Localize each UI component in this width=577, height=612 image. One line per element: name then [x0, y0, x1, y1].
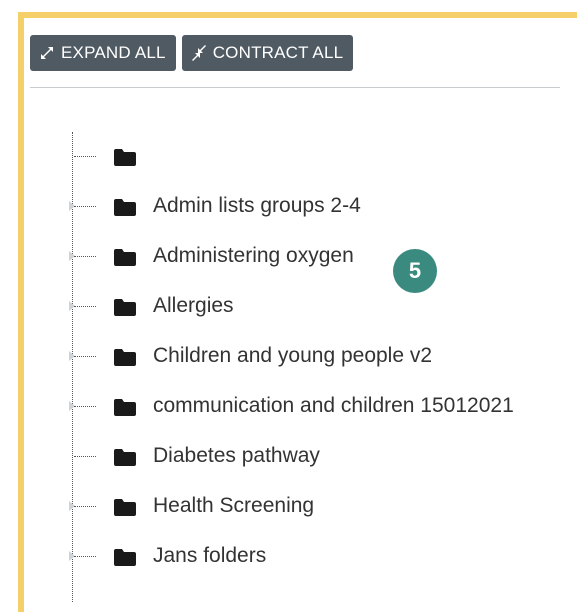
tree-connector [74, 506, 96, 507]
tree-connector [74, 556, 96, 557]
tree-node[interactable]: Administering oxygen [0, 242, 560, 272]
folder-icon [114, 449, 136, 466]
tree-node[interactable]: Diabetes pathway [0, 442, 560, 472]
folder-icon [114, 549, 136, 566]
tree-node-label[interactable]: Health Screening [153, 494, 314, 518]
folder-icon [114, 349, 136, 366]
folder-icon [114, 249, 136, 266]
expand-all-button[interactable]: EXPAND ALL [30, 35, 176, 71]
folder-icon [114, 299, 136, 316]
expand-all-label: EXPAND ALL [61, 43, 166, 62]
step-badge: 5 [393, 249, 437, 293]
tree-node[interactable]: Children and young people v2 [0, 342, 560, 372]
tree-connector [74, 406, 96, 407]
tree-connector [74, 456, 96, 457]
contract-all-label: CONTRACT ALL [212, 43, 344, 62]
tree-node-label[interactable]: Jans folders [153, 544, 266, 568]
tree-connector [74, 156, 96, 157]
contract-all-button[interactable]: CONTRACT ALL [181, 35, 354, 71]
folder-icon [114, 199, 136, 216]
tree-toolbar: EXPAND ALL CONTRACT ALL [30, 35, 354, 71]
tree-node[interactable] [0, 142, 560, 172]
tree-connector [74, 206, 96, 207]
tree-node-label[interactable]: communication and children 15012021 [153, 394, 514, 418]
tree-connector [74, 356, 96, 357]
tree-connector [74, 306, 96, 307]
tree-node-label[interactable]: Allergies [153, 294, 234, 318]
tree-node[interactable]: Health Screening [0, 492, 560, 522]
folder-icon [114, 149, 136, 166]
tree-node[interactable]: Allergies [0, 292, 560, 322]
tree-node-label[interactable]: Diabetes pathway [153, 444, 320, 468]
tree-node[interactable]: Jans folders [0, 542, 560, 572]
tree-node-label[interactable]: Children and young people v2 [153, 344, 432, 368]
tree-connector [74, 256, 96, 257]
expand-arrows-icon [38, 44, 56, 62]
contract-arrows-icon [190, 44, 208, 62]
tree-node[interactable]: Admin lists groups 2-4 [0, 192, 560, 222]
tree-node-label[interactable]: Admin lists groups 2-4 [153, 194, 361, 218]
folder-icon [114, 499, 136, 516]
folder-icon [114, 399, 136, 416]
tree-node[interactable]: communication and children 15012021 [0, 392, 560, 422]
toolbar-divider [30, 87, 560, 88]
tree-node-label[interactable]: Administering oxygen [153, 244, 354, 268]
